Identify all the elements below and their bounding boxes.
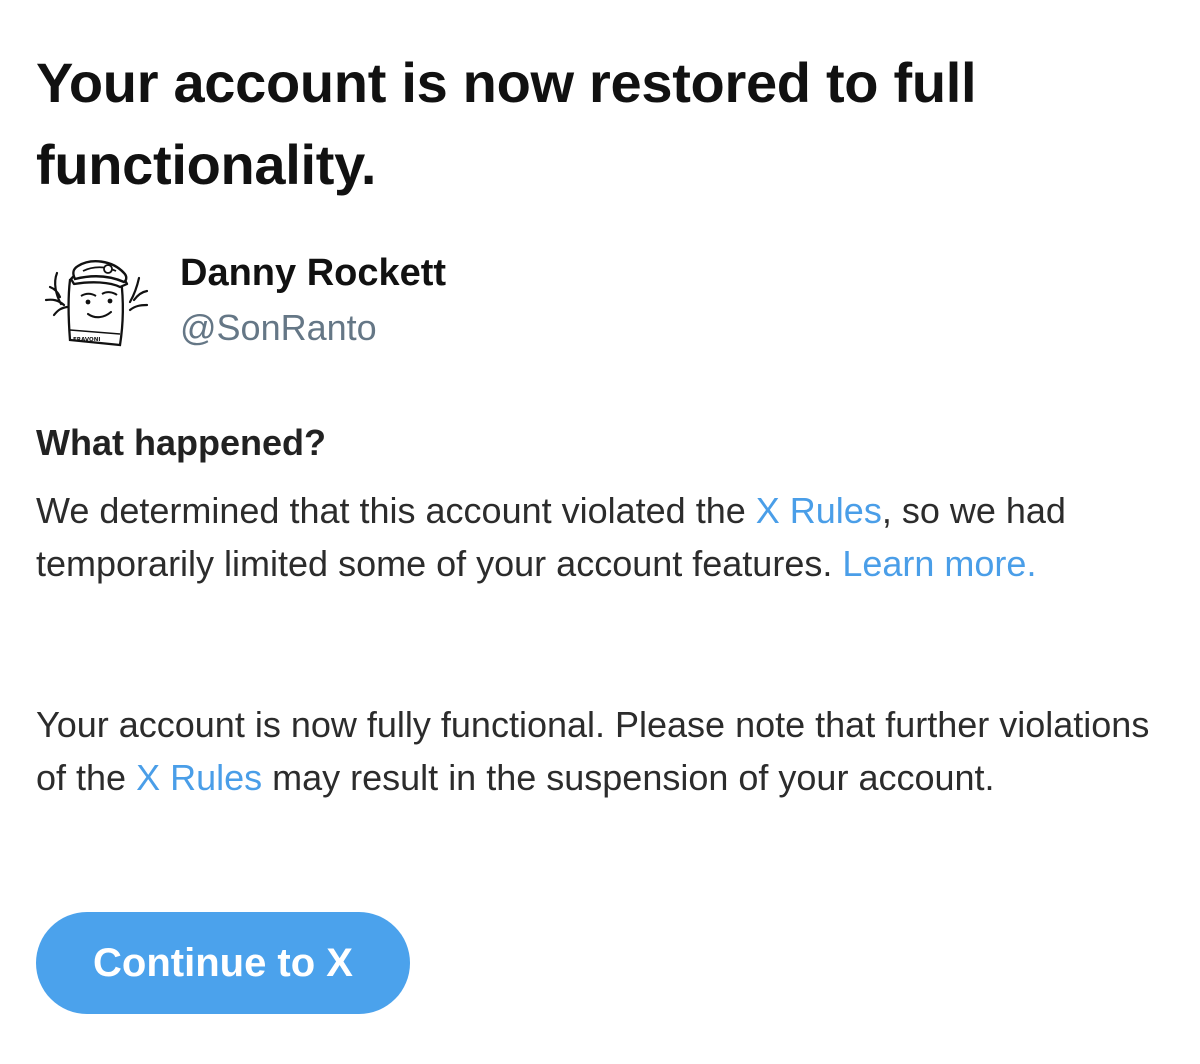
violation-text-start: We determined that this account violated…: [36, 490, 756, 531]
avatar-logo-text: ERAVONI: [73, 337, 100, 343]
x-rules-link[interactable]: X Rules: [756, 490, 882, 531]
account-profile: ERAVONI Danny Rockett @SonRanto: [36, 244, 1156, 368]
x-rules-link[interactable]: X Rules: [136, 757, 262, 798]
violation-explanation: We determined that this account violated…: [36, 484, 1166, 590]
cartoon-avatar-icon: ERAVONI: [36, 244, 154, 362]
restoration-notice: Your account is now fully functional. Pl…: [36, 698, 1166, 804]
page-title: Your account is now restored to full fun…: [36, 51, 977, 196]
account-handle: @SonRanto: [180, 307, 377, 348]
learn-more-link[interactable]: Learn more.: [842, 543, 1036, 584]
restoration-text-end: may result in the suspension of your acc…: [262, 757, 995, 798]
what-happened-heading: What happened?: [36, 422, 326, 463]
avatar: ERAVONI: [36, 244, 154, 362]
continue-to-x-button[interactable]: Continue to X: [36, 912, 410, 1014]
display-name: Danny Rockett: [180, 252, 447, 294]
